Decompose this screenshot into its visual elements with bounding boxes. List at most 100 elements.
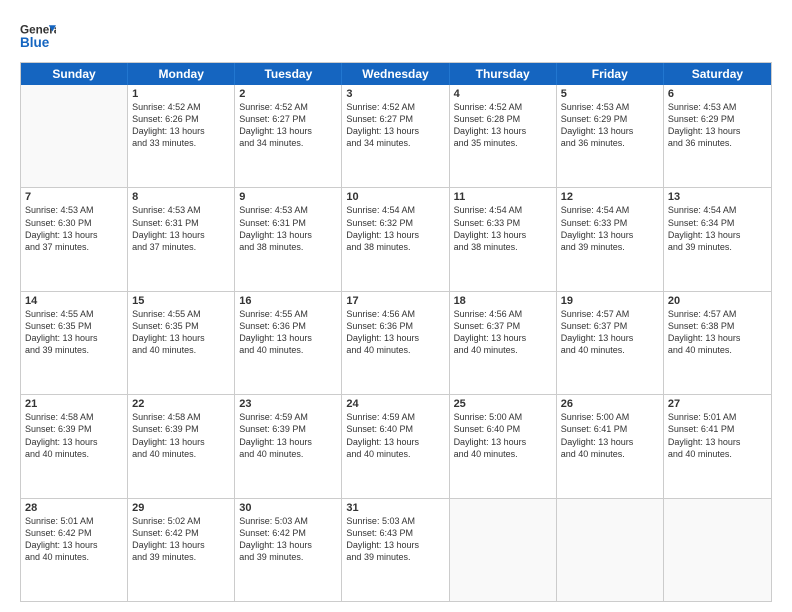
sunset-text: Sunset: 6:29 PM — [668, 113, 767, 125]
cal-day-19: 19Sunrise: 4:57 AMSunset: 6:37 PMDayligh… — [557, 292, 664, 394]
header-day-tuesday: Tuesday — [235, 63, 342, 85]
day-number: 10 — [346, 191, 444, 203]
day-number: 23 — [239, 398, 337, 410]
day-number: 30 — [239, 502, 337, 514]
cal-day-20: 20Sunrise: 4:57 AMSunset: 6:38 PMDayligh… — [664, 292, 771, 394]
daylight-line2: and 39 minutes. — [132, 551, 230, 563]
cal-day-empty — [21, 85, 128, 187]
sunrise-text: Sunrise: 4:53 AM — [239, 204, 337, 216]
daylight-line2: and 40 minutes. — [132, 448, 230, 460]
day-number: 2 — [239, 88, 337, 100]
day-number: 3 — [346, 88, 444, 100]
sunset-text: Sunset: 6:29 PM — [561, 113, 659, 125]
sunset-text: Sunset: 6:42 PM — [239, 527, 337, 539]
sunset-text: Sunset: 6:31 PM — [132, 217, 230, 229]
daylight-line1: Daylight: 13 hours — [132, 332, 230, 344]
daylight-line2: and 38 minutes. — [346, 241, 444, 253]
day-number: 7 — [25, 191, 123, 203]
daylight-line2: and 38 minutes. — [454, 241, 552, 253]
calendar-week-4: 21Sunrise: 4:58 AMSunset: 6:39 PMDayligh… — [21, 395, 771, 498]
daylight-line1: Daylight: 13 hours — [25, 539, 123, 551]
sunrise-text: Sunrise: 4:56 AM — [454, 308, 552, 320]
sunrise-text: Sunrise: 4:52 AM — [454, 101, 552, 113]
sunset-text: Sunset: 6:40 PM — [454, 423, 552, 435]
cal-day-13: 13Sunrise: 4:54 AMSunset: 6:34 PMDayligh… — [664, 188, 771, 290]
sunset-text: Sunset: 6:34 PM — [668, 217, 767, 229]
day-number: 24 — [346, 398, 444, 410]
sunrise-text: Sunrise: 5:01 AM — [25, 515, 123, 527]
daylight-line2: and 39 minutes. — [25, 344, 123, 356]
cal-day-30: 30Sunrise: 5:03 AMSunset: 6:42 PMDayligh… — [235, 499, 342, 601]
sunrise-text: Sunrise: 5:01 AM — [668, 411, 767, 423]
daylight-line2: and 40 minutes. — [561, 344, 659, 356]
day-number: 15 — [132, 295, 230, 307]
daylight-line2: and 40 minutes. — [346, 344, 444, 356]
sunrise-text: Sunrise: 4:54 AM — [668, 204, 767, 216]
daylight-line2: and 39 minutes. — [561, 241, 659, 253]
sunrise-text: Sunrise: 4:52 AM — [132, 101, 230, 113]
sunset-text: Sunset: 6:30 PM — [25, 217, 123, 229]
day-number: 4 — [454, 88, 552, 100]
cal-day-11: 11Sunrise: 4:54 AMSunset: 6:33 PMDayligh… — [450, 188, 557, 290]
calendar-week-5: 28Sunrise: 5:01 AMSunset: 6:42 PMDayligh… — [21, 499, 771, 601]
sunrise-text: Sunrise: 4:55 AM — [239, 308, 337, 320]
sunrise-text: Sunrise: 5:03 AM — [239, 515, 337, 527]
cal-day-5: 5Sunrise: 4:53 AMSunset: 6:29 PMDaylight… — [557, 85, 664, 187]
sunset-text: Sunset: 6:27 PM — [346, 113, 444, 125]
daylight-line1: Daylight: 13 hours — [239, 125, 337, 137]
daylight-line2: and 40 minutes. — [346, 448, 444, 460]
daylight-line2: and 37 minutes. — [132, 241, 230, 253]
sunset-text: Sunset: 6:41 PM — [668, 423, 767, 435]
day-number: 12 — [561, 191, 659, 203]
day-number: 8 — [132, 191, 230, 203]
cal-day-4: 4Sunrise: 4:52 AMSunset: 6:28 PMDaylight… — [450, 85, 557, 187]
daylight-line2: and 40 minutes. — [132, 344, 230, 356]
sunrise-text: Sunrise: 5:00 AM — [561, 411, 659, 423]
calendar-body: 1Sunrise: 4:52 AMSunset: 6:26 PMDaylight… — [21, 85, 771, 601]
daylight-line1: Daylight: 13 hours — [668, 332, 767, 344]
sunrise-text: Sunrise: 5:02 AM — [132, 515, 230, 527]
page: General Blue SundayMondayTuesdayWednesda… — [0, 0, 792, 612]
daylight-line1: Daylight: 13 hours — [239, 332, 337, 344]
daylight-line2: and 39 minutes. — [346, 551, 444, 563]
daylight-line1: Daylight: 13 hours — [346, 229, 444, 241]
sunrise-text: Sunrise: 4:53 AM — [561, 101, 659, 113]
cal-day-18: 18Sunrise: 4:56 AMSunset: 6:37 PMDayligh… — [450, 292, 557, 394]
daylight-line1: Daylight: 13 hours — [239, 436, 337, 448]
cal-day-16: 16Sunrise: 4:55 AMSunset: 6:36 PMDayligh… — [235, 292, 342, 394]
cal-day-21: 21Sunrise: 4:58 AMSunset: 6:39 PMDayligh… — [21, 395, 128, 497]
daylight-line2: and 40 minutes. — [454, 448, 552, 460]
day-number: 1 — [132, 88, 230, 100]
cal-day-empty — [450, 499, 557, 601]
daylight-line2: and 40 minutes. — [239, 344, 337, 356]
day-number: 5 — [561, 88, 659, 100]
sunrise-text: Sunrise: 4:53 AM — [132, 204, 230, 216]
daylight-line1: Daylight: 13 hours — [239, 539, 337, 551]
sunset-text: Sunset: 6:37 PM — [561, 320, 659, 332]
sunrise-text: Sunrise: 4:54 AM — [346, 204, 444, 216]
daylight-line2: and 39 minutes. — [668, 241, 767, 253]
sunrise-text: Sunrise: 5:00 AM — [454, 411, 552, 423]
sunrise-text: Sunrise: 4:53 AM — [25, 204, 123, 216]
cal-day-24: 24Sunrise: 4:59 AMSunset: 6:40 PMDayligh… — [342, 395, 449, 497]
cal-day-14: 14Sunrise: 4:55 AMSunset: 6:35 PMDayligh… — [21, 292, 128, 394]
daylight-line1: Daylight: 13 hours — [25, 436, 123, 448]
cal-day-29: 29Sunrise: 5:02 AMSunset: 6:42 PMDayligh… — [128, 499, 235, 601]
cal-day-1: 1Sunrise: 4:52 AMSunset: 6:26 PMDaylight… — [128, 85, 235, 187]
cal-day-8: 8Sunrise: 4:53 AMSunset: 6:31 PMDaylight… — [128, 188, 235, 290]
daylight-line2: and 40 minutes. — [239, 448, 337, 460]
daylight-line2: and 40 minutes. — [454, 344, 552, 356]
sunset-text: Sunset: 6:39 PM — [132, 423, 230, 435]
cal-day-9: 9Sunrise: 4:53 AMSunset: 6:31 PMDaylight… — [235, 188, 342, 290]
cal-day-15: 15Sunrise: 4:55 AMSunset: 6:35 PMDayligh… — [128, 292, 235, 394]
daylight-line1: Daylight: 13 hours — [454, 332, 552, 344]
sunrise-text: Sunrise: 4:52 AM — [239, 101, 337, 113]
daylight-line1: Daylight: 13 hours — [561, 436, 659, 448]
day-number: 21 — [25, 398, 123, 410]
sunrise-text: Sunrise: 4:57 AM — [668, 308, 767, 320]
cal-day-22: 22Sunrise: 4:58 AMSunset: 6:39 PMDayligh… — [128, 395, 235, 497]
day-number: 27 — [668, 398, 767, 410]
sunset-text: Sunset: 6:39 PM — [239, 423, 337, 435]
svg-text:Blue: Blue — [20, 35, 50, 50]
day-number: 17 — [346, 295, 444, 307]
